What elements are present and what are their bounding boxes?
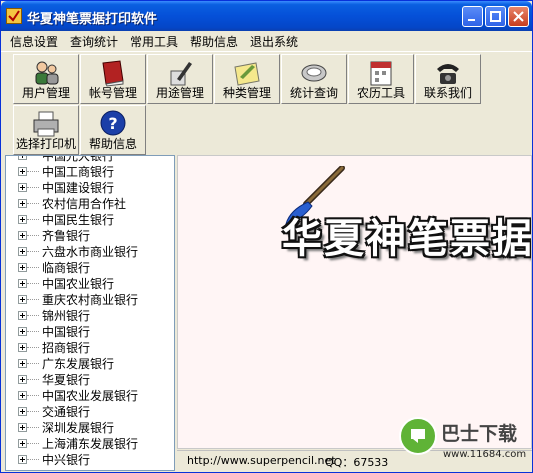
watermark-logo-icon	[399, 417, 437, 455]
menu-common-tools[interactable]: 常用工具	[130, 33, 178, 50]
help-icon: ?	[100, 110, 126, 136]
expand-icon[interactable]	[18, 199, 27, 208]
tool-label: 用途管理	[155, 86, 204, 100]
toolbar: 用户管理 帐号管理 用途管理 种类管理 统计查询 农历工具 联系我们 选择打印机…	[1, 51, 532, 155]
menu-exit[interactable]: 退出系统	[250, 33, 298, 50]
expand-icon[interactable]	[18, 215, 27, 224]
tree-item[interactable]: 中国农业银行	[6, 276, 174, 292]
app-window: 华夏神笔票据打印软件 信息设置 查询统计 常用工具 帮助信息 退出系统 用户管理	[0, 0, 533, 473]
tool-label: 用户管理	[21, 86, 70, 100]
tree-item[interactable]: 农村信用合作社	[6, 196, 174, 212]
title-bar[interactable]: 华夏神笔票据打印软件	[1, 1, 532, 31]
telephone-icon	[437, 64, 459, 84]
contact-us-button[interactable]: 联系我们	[415, 54, 481, 104]
expand-icon[interactable]	[18, 407, 27, 416]
tree-item[interactable]: 中兴银行	[6, 452, 174, 468]
expand-icon[interactable]	[18, 359, 27, 368]
help-info-button[interactable]: ? 帮助信息	[80, 105, 146, 155]
printer-icon	[33, 111, 59, 137]
tree-item[interactable]: 中国光大银行	[6, 156, 174, 164]
tree-item[interactable]: 齐鲁银行	[6, 228, 174, 244]
lunar-tool-button[interactable]: 农历工具	[348, 54, 414, 104]
status-url[interactable]: http://www.superpencil.net	[187, 454, 336, 467]
book-icon	[102, 60, 124, 87]
expand-icon[interactable]	[18, 375, 27, 384]
expand-icon[interactable]	[18, 156, 27, 160]
tree-item[interactable]: 深圳发展银行	[6, 420, 174, 436]
tool-label: 帮助信息	[88, 137, 137, 151]
status-qq: QQ：67533	[325, 456, 389, 469]
tree-item[interactable]: 上海浦东发展银行	[6, 436, 174, 452]
purpose-management-button[interactable]: 用途管理	[147, 54, 213, 104]
tree-item[interactable]: 交通银行	[6, 404, 174, 420]
expand-icon[interactable]	[18, 439, 27, 448]
watermark-url: www.11684.com	[443, 449, 527, 460]
statistics-query-button[interactable]: 统计查询	[281, 54, 347, 104]
calendar-icon	[370, 61, 392, 86]
expand-icon[interactable]	[18, 423, 27, 432]
window-title: 华夏神笔票据打印软件	[27, 12, 158, 27]
main-panel: 华夏神笔票据	[177, 155, 532, 449]
tree-item[interactable]: 招商银行	[6, 340, 174, 356]
tool-label: 选择打印机	[15, 137, 76, 151]
tree-item[interactable]: 华夏银行	[6, 372, 174, 388]
tool-label: 帐号管理	[88, 86, 137, 100]
tool-label: 种类管理	[222, 86, 271, 100]
expand-icon[interactable]	[18, 327, 27, 336]
expand-icon[interactable]	[18, 167, 27, 176]
tool-label: 统计查询	[289, 86, 338, 100]
watermark: 巴士下载 www.11684.com	[399, 413, 533, 471]
expand-icon[interactable]	[18, 183, 27, 192]
notepad-icon	[234, 62, 260, 86]
account-management-button[interactable]: 帐号管理	[80, 54, 146, 104]
expand-icon[interactable]	[18, 343, 27, 352]
tree-item[interactable]: 中国银行	[6, 324, 174, 340]
expand-icon[interactable]	[18, 247, 27, 256]
expand-icon[interactable]	[18, 311, 27, 320]
bank-tree[interactable]: 中国光大银行 中国工商银行 中国建设银行 农村信用合作社 中国民生银行 齐鲁银行…	[5, 155, 175, 471]
tree-item[interactable]: 锦州银行	[6, 308, 174, 324]
tree-item[interactable]: 重庆农村商业银行	[6, 292, 174, 308]
select-printer-button[interactable]: 选择打印机	[13, 105, 79, 155]
close-button[interactable]	[508, 6, 529, 27]
tree-item[interactable]: 中国农业发展银行	[6, 388, 174, 404]
tool-label: 联系我们	[423, 86, 472, 100]
tree-item[interactable]: 中国工商银行	[6, 164, 174, 180]
expand-icon[interactable]	[18, 279, 27, 288]
category-management-button[interactable]: 种类管理	[214, 54, 280, 104]
maximize-button[interactable]	[485, 6, 506, 27]
user-management-button[interactable]: 用户管理	[13, 54, 79, 104]
svg-text:?: ?	[108, 114, 117, 133]
app-icon[interactable]	[6, 8, 22, 24]
menu-help[interactable]: 帮助信息	[190, 33, 238, 50]
expand-icon[interactable]	[18, 231, 27, 240]
watermark-name: 巴士下载	[441, 423, 518, 445]
menu-info-settings[interactable]: 信息设置	[10, 33, 58, 50]
pen-icon	[170, 62, 192, 86]
tree-item[interactable]: 六盘水市商业银行	[6, 244, 174, 260]
menu-query-stats[interactable]: 查询统计	[70, 33, 118, 50]
tree-item[interactable]: 中国民生银行	[6, 212, 174, 228]
magnifier-icon	[301, 64, 327, 82]
menu-bar: 信息设置 查询统计 常用工具 帮助信息 退出系统	[1, 31, 532, 51]
expand-icon[interactable]	[18, 263, 27, 272]
users-icon	[35, 61, 59, 85]
tree-item[interactable]: 临商银行	[6, 260, 174, 276]
tool-label: 农历工具	[356, 86, 405, 100]
expand-icon[interactable]	[18, 391, 27, 400]
banner-title: 华夏神笔票据	[282, 216, 532, 262]
minimize-button[interactable]	[462, 6, 483, 27]
tree-item[interactable]: 中国建设银行	[6, 180, 174, 196]
tree-item[interactable]: 广东发展银行	[6, 356, 174, 372]
expand-icon[interactable]	[18, 455, 27, 464]
expand-icon[interactable]	[18, 295, 27, 304]
